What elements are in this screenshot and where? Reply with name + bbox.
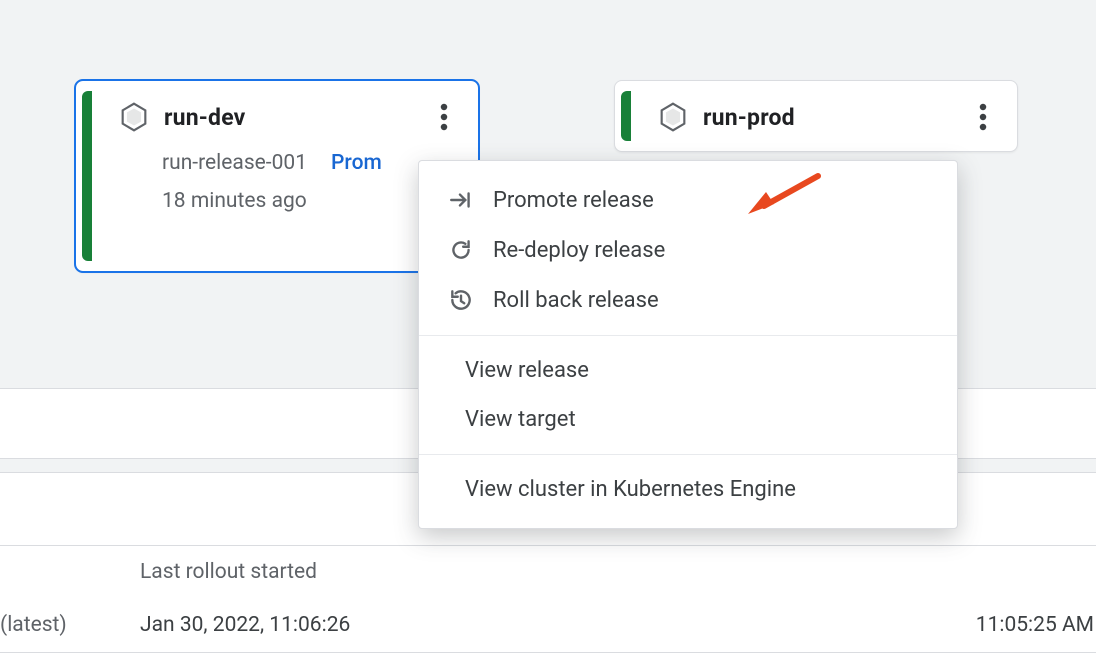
card-more-button[interactable] <box>963 97 1003 137</box>
engine-icon <box>118 101 150 133</box>
actions-menu: Promote release Re-deploy release Roll b… <box>418 160 958 529</box>
status-accent <box>82 91 92 261</box>
menu-divider <box>419 335 957 336</box>
divider <box>0 545 1096 546</box>
card-more-button[interactable] <box>424 97 464 137</box>
menu-item-label: View release <box>465 358 589 383</box>
more-vert-icon <box>979 102 987 132</box>
menu-item-label: Promote release <box>493 188 654 213</box>
rollback-icon <box>447 287 475 313</box>
release-age: 18 minutes ago <box>162 189 458 213</box>
promote-link[interactable]: Prom <box>331 151 382 175</box>
menu-item-label: View target <box>465 407 576 432</box>
table-header-cell: Last rollout started <box>140 560 317 584</box>
menu-item-redeploy-release[interactable]: Re-deploy release <box>419 225 957 275</box>
card-title: run-dev <box>164 104 246 131</box>
menu-item-label: Re-deploy release <box>493 238 665 263</box>
release-name: run-release-001 <box>162 151 307 175</box>
table-cell: Jan 30, 2022, 11:06:26 <box>140 613 350 637</box>
table-cell: (latest) <box>0 613 67 637</box>
annotation-arrow-icon <box>746 168 826 220</box>
menu-item-rollback-release[interactable]: Roll back release <box>419 275 957 325</box>
promote-icon <box>447 187 475 213</box>
menu-item-label: View cluster in Kubernetes Engine <box>465 477 796 502</box>
engine-icon <box>657 101 689 133</box>
menu-item-view-cluster[interactable]: View cluster in Kubernetes Engine <box>419 465 957 514</box>
redeploy-icon <box>447 237 475 263</box>
menu-item-label: Roll back release <box>493 288 659 313</box>
menu-item-promote-release[interactable]: Promote release <box>419 175 957 225</box>
card-title: run-prod <box>703 104 795 131</box>
menu-divider <box>419 454 957 455</box>
menu-item-view-target[interactable]: View target <box>419 395 957 444</box>
pipeline-card-run-prod[interactable]: run-prod <box>614 80 1018 152</box>
table-cell: 11:05:25 AM <box>976 613 1094 637</box>
more-vert-icon <box>440 102 448 132</box>
menu-item-view-release[interactable]: View release <box>419 346 957 395</box>
divider <box>0 652 1096 653</box>
status-accent <box>621 91 631 141</box>
